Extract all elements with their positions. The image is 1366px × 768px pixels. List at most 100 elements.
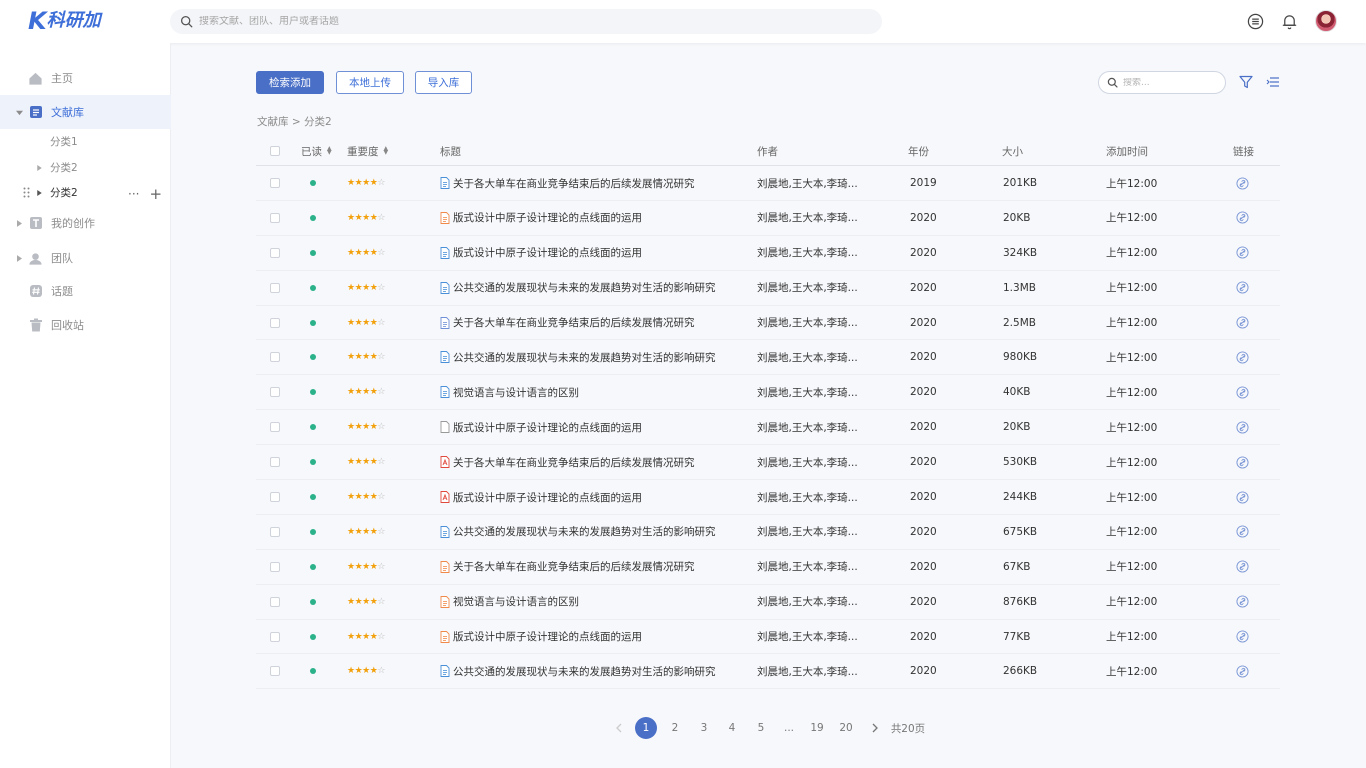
global-search-bar[interactable] xyxy=(170,9,882,34)
importance-stars[interactable]: ★★★★☆ xyxy=(347,597,385,607)
row-checkbox[interactable] xyxy=(270,666,280,677)
table-row[interactable]: ★★★★☆ 版式设计中原子设计理论的点线面的运用 刘晨地,王大本,李琦... 2020… xyxy=(256,201,1280,236)
row-title[interactable]: 视觉语言与设计语言的区别 xyxy=(453,594,579,609)
row-checkbox[interactable] xyxy=(270,631,280,642)
filter-icon[interactable] xyxy=(1238,74,1254,90)
table-row[interactable]: ★★★★☆ 版式设计中原子设计理论的点线面的运用 刘晨地,王大本,李琦... 2020… xyxy=(256,620,1280,655)
row-title-cell[interactable]: 视觉语言与设计语言的区别 xyxy=(440,375,579,409)
row-title-cell[interactable]: 版式设计中原子设计理论的点线面的运用 xyxy=(440,480,642,514)
page-4[interactable]: 4 xyxy=(725,717,739,739)
link-icon[interactable] xyxy=(1236,306,1249,340)
prev-page-icon[interactable] xyxy=(611,717,625,739)
table-row[interactable]: ★★★★☆ 关于各大单车在商业竞争结束后的后续发展情况研究 刘晨地,王大本,李琦..… xyxy=(256,306,1280,341)
drag-handle-icon[interactable] xyxy=(23,187,30,201)
link-icon[interactable] xyxy=(1236,654,1249,688)
sidebar-item-library[interactable]: 文献库 xyxy=(0,95,171,129)
row-checkbox[interactable] xyxy=(270,561,280,572)
link-icon[interactable] xyxy=(1236,271,1249,305)
row-checkbox[interactable] xyxy=(270,212,280,223)
link-icon[interactable] xyxy=(1236,585,1249,619)
global-search-input[interactable] xyxy=(199,16,799,27)
link-icon[interactable] xyxy=(1236,515,1249,549)
table-row[interactable]: ★★★★☆ 视觉语言与设计语言的区别 刘晨地,王大本,李琦... 2020 40KB 上午… xyxy=(256,375,1280,411)
importance-stars[interactable]: ★★★★☆ xyxy=(347,178,385,188)
sidebar-item-home[interactable]: 主页 xyxy=(0,61,171,95)
row-title[interactable]: 公共交通的发展现状与未来的发展趋势对生活的影响研究 xyxy=(453,524,716,539)
importance-stars[interactable]: ★★★★☆ xyxy=(347,352,385,362)
local-upload-button[interactable]: 本地上传 xyxy=(336,71,404,94)
row-checkbox[interactable] xyxy=(270,352,280,363)
page-2[interactable]: 2 xyxy=(668,717,682,739)
table-search-input[interactable] xyxy=(1123,77,1213,88)
link-icon[interactable] xyxy=(1236,201,1249,235)
row-checkbox[interactable] xyxy=(270,387,280,398)
caret-right-icon[interactable] xyxy=(15,254,23,262)
link-icon[interactable] xyxy=(1236,410,1249,444)
page-1[interactable]: 1 xyxy=(635,717,657,739)
row-title-cell[interactable]: 视觉语言与设计语言的区别 xyxy=(440,585,579,619)
link-icon[interactable] xyxy=(1236,445,1249,479)
row-title[interactable]: 公共交通的发展现状与未来的发展趋势对生活的影响研究 xyxy=(453,280,716,295)
link-icon[interactable] xyxy=(1236,480,1249,514)
importance-stars[interactable]: ★★★★☆ xyxy=(347,562,385,572)
sidebar-item-trash[interactable]: 回收站 xyxy=(0,308,171,342)
importance-stars[interactable]: ★★★★☆ xyxy=(347,632,385,642)
importance-stars[interactable]: ★★★★☆ xyxy=(347,492,385,502)
row-title-cell[interactable]: 公共交通的发展现状与未来的发展趋势对生活的影响研究 xyxy=(440,515,716,549)
table-row[interactable]: ★★★★☆ 版式设计中原子设计理论的点线面的运用 刘晨地,王大本,李琦... 2020… xyxy=(256,236,1280,271)
row-title[interactable]: 关于各大单车在商业竞争结束后的后续发展情况研究 xyxy=(453,455,695,470)
importance-stars[interactable]: ★★★★☆ xyxy=(347,457,385,467)
table-row[interactable]: ★★★★☆ 版式设计中原子设计理论的点线面的运用 刘晨地,王大本,李琦... 2020… xyxy=(256,480,1280,515)
row-checkbox[interactable] xyxy=(270,596,280,607)
row-title-cell[interactable]: 公共交通的发展现状与未来的发展趋势对生活的影响研究 xyxy=(440,271,716,305)
row-title[interactable]: 公共交通的发展现状与未来的发展趋势对生活的影响研究 xyxy=(453,664,716,679)
row-title[interactable]: 版式设计中原子设计理论的点线面的运用 xyxy=(453,245,642,260)
row-checkbox[interactable] xyxy=(270,317,280,328)
import-library-button[interactable]: 导入库 xyxy=(415,71,472,94)
next-page-icon[interactable] xyxy=(868,717,882,739)
row-title-cell[interactable]: 关于各大单车在商业竞争结束后的后续发展情况研究 xyxy=(440,166,695,200)
row-title[interactable]: 版式设计中原子设计理论的点线面的运用 xyxy=(453,629,642,644)
table-row[interactable]: ★★★★☆ 公共交通的发展现状与未来的发展趋势对生活的影响研究 刘晨地,王大本,李琦… xyxy=(256,654,1280,690)
caret-right-icon[interactable] xyxy=(37,187,42,199)
row-title-cell[interactable]: 版式设计中原子设计理论的点线面的运用 xyxy=(440,201,642,235)
table-search-bar[interactable] xyxy=(1098,71,1226,94)
bell-icon[interactable] xyxy=(1279,11,1299,31)
link-icon[interactable] xyxy=(1236,620,1249,654)
column-read[interactable]: 已读 ▲ ▼ xyxy=(301,136,332,166)
select-all-checkbox[interactable] xyxy=(270,146,280,156)
row-title[interactable]: 版式设计中原子设计理论的点线面的运用 xyxy=(453,490,642,505)
row-title-cell[interactable]: 版式设计中原子设计理论的点线面的运用 xyxy=(440,236,642,270)
row-title-cell[interactable]: 关于各大单车在商业竞争结束后的后续发展情况研究 xyxy=(440,306,695,340)
page-3[interactable]: 3 xyxy=(697,717,711,739)
row-title-cell[interactable]: 关于各大单车在商业竞争结束后的后续发展情况研究 xyxy=(440,550,695,584)
menu-icon[interactable] xyxy=(1245,11,1265,31)
row-checkbox[interactable] xyxy=(270,247,280,258)
page-5[interactable]: 5 xyxy=(754,717,768,739)
add-icon[interactable]: + xyxy=(149,185,162,203)
importance-stars[interactable]: ★★★★☆ xyxy=(347,527,385,537)
row-checkbox[interactable] xyxy=(270,178,280,188)
importance-stars[interactable]: ★★★★☆ xyxy=(347,213,385,223)
row-title-cell[interactable]: 版式设计中原子设计理论的点线面的运用 xyxy=(440,410,642,444)
importance-stars[interactable]: ★★★★☆ xyxy=(347,283,385,293)
list-settings-icon[interactable] xyxy=(1265,74,1281,90)
sidebar-item-my-creation[interactable]: 我的创作 xyxy=(0,206,171,240)
importance-stars[interactable]: ★★★★☆ xyxy=(347,387,385,397)
row-title[interactable]: 版式设计中原子设计理论的点线面的运用 xyxy=(453,420,642,435)
row-title-cell[interactable]: 版式设计中原子设计理论的点线面的运用 xyxy=(440,620,642,654)
sort-icon[interactable]: ▲ ▼ xyxy=(384,146,389,156)
caret-down-icon[interactable] xyxy=(15,108,23,116)
importance-stars[interactable]: ★★★★☆ xyxy=(347,422,385,432)
caret-right-icon[interactable] xyxy=(37,162,42,174)
link-icon[interactable] xyxy=(1236,375,1249,409)
row-checkbox[interactable] xyxy=(270,526,280,537)
sidebar-subitem-category-2[interactable]: 分类2 xyxy=(0,155,171,180)
table-row[interactable]: ★★★★☆ 公共交通的发展现状与未来的发展趋势对生活的影响研究 刘晨地,王大本,李琦… xyxy=(256,271,1280,306)
row-checkbox[interactable] xyxy=(270,282,280,293)
table-row[interactable]: ★★★★☆ 版式设计中原子设计理论的点线面的运用 刘晨地,王大本,李琦... 2020… xyxy=(256,410,1280,446)
row-title[interactable]: 视觉语言与设计语言的区别 xyxy=(453,385,579,400)
importance-stars[interactable]: ★★★★☆ xyxy=(347,248,385,258)
sidebar-item-topics[interactable]: 话题 xyxy=(0,274,171,308)
row-title-cell[interactable]: 公共交通的发展现状与未来的发展趋势对生活的影响研究 xyxy=(440,654,716,688)
